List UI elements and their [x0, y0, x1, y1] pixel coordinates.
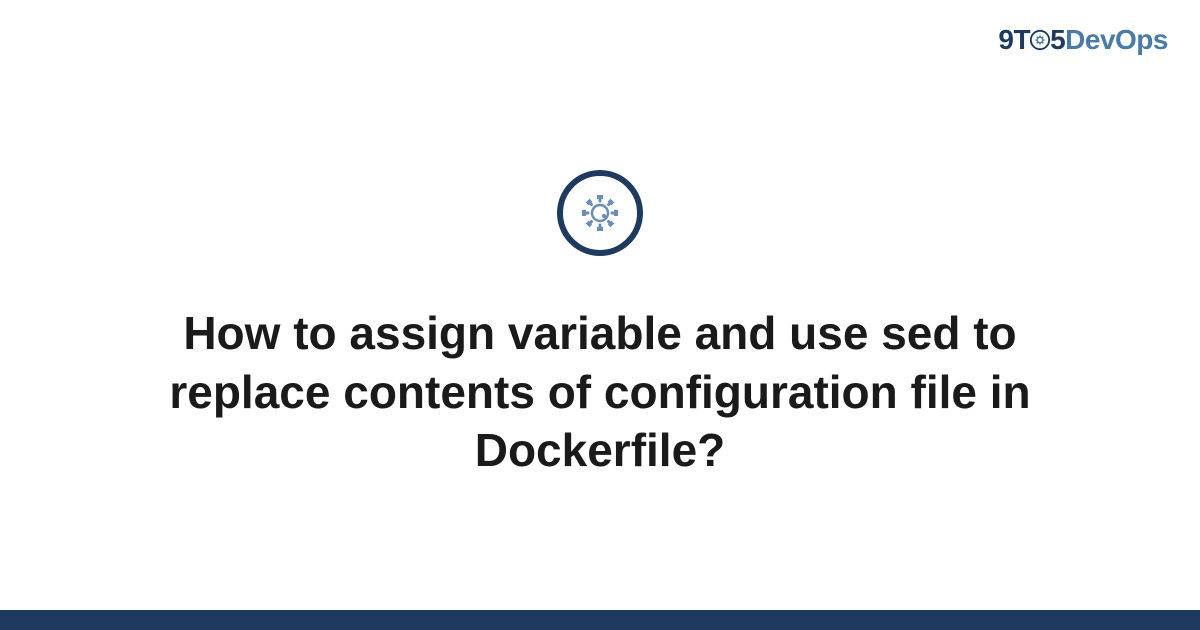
main-content: How to assign variable and use sed to re…: [0, 0, 1200, 630]
page-title: How to assign variable and use sed to re…: [120, 304, 1080, 481]
bottom-bar: [0, 610, 1200, 630]
gear-circle-icon: [557, 170, 643, 256]
gear-icon: [576, 189, 624, 237]
